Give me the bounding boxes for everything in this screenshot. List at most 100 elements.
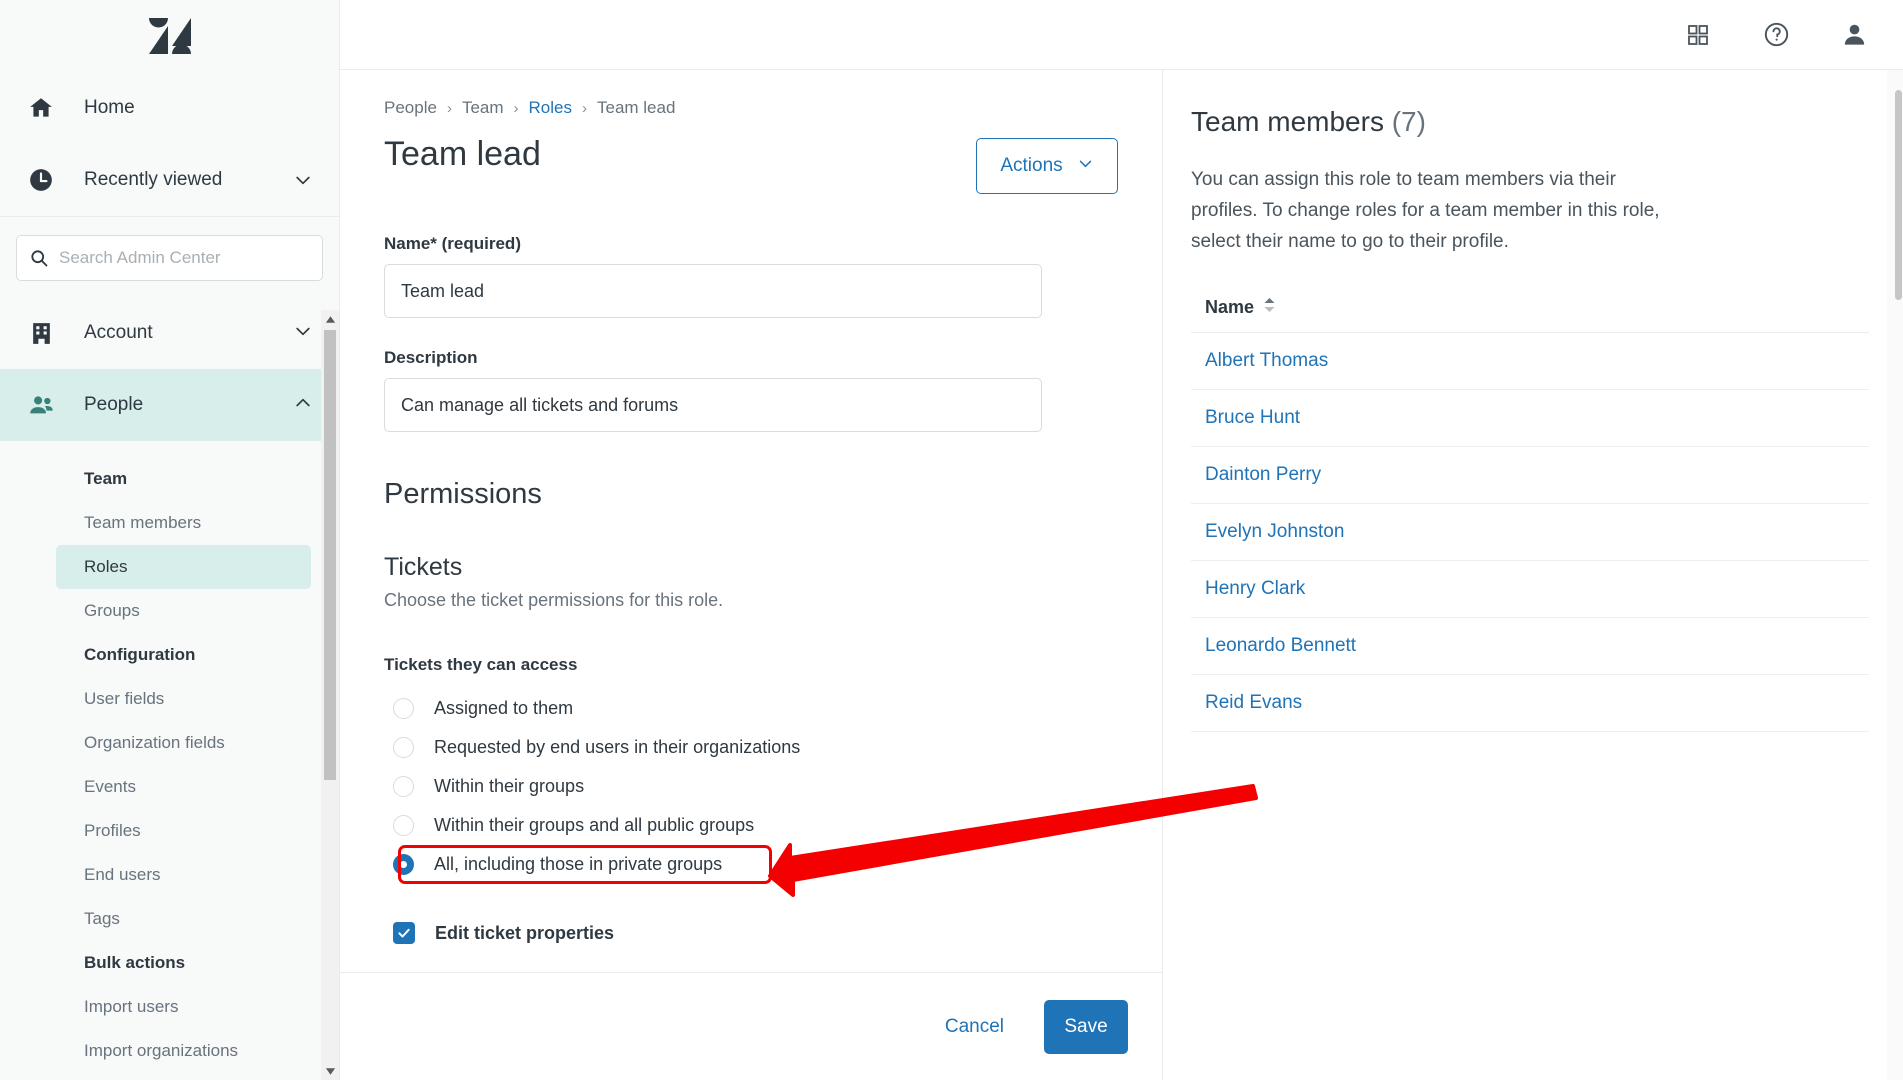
radio-label: All, including those in private groups <box>434 854 723 874</box>
name-input[interactable] <box>384 264 1042 318</box>
top-bar <box>340 0 1903 70</box>
tickets-access-radio-group: Assigned to them Requested by end users … <box>384 689 1118 884</box>
radio-icon <box>393 737 414 758</box>
building-icon <box>26 318 56 348</box>
role-form-scroll: People › Team › Roles › Team lead Team l… <box>340 70 1162 972</box>
sidebar-item-groups[interactable]: Groups <box>56 589 311 633</box>
team-member-link[interactable]: Henry Clark <box>1205 578 1305 599</box>
name-field-label: Name* (required) <box>384 234 521 253</box>
breadcrumb-item-team[interactable]: Team <box>462 98 504 118</box>
sidebar-item-user-fields[interactable]: User fields <box>56 677 311 721</box>
description-input[interactable] <box>384 378 1042 432</box>
sidebar-item-people-label: People <box>84 394 144 415</box>
chevron-down-icon <box>293 321 313 346</box>
sidebar-item-recently-viewed-label: Recently viewed <box>84 169 223 190</box>
team-member-link[interactable]: Evelyn Johnston <box>1205 521 1344 542</box>
search-icon <box>29 248 49 268</box>
radio-icon <box>393 854 414 875</box>
team-member-link[interactable]: Bruce Hunt <box>1205 407 1300 428</box>
subnav-group-bulk-actions: Bulk actions <box>84 953 186 972</box>
table-row: Bruce Hunt <box>1191 390 1869 447</box>
permissions-heading: Permissions <box>384 478 542 510</box>
sidebar-item-import-organizations[interactable]: Import organizations <box>56 1029 311 1073</box>
sidebar-item-profiles[interactable]: Profiles <box>56 809 311 853</box>
subnav-group-configuration: Configuration <box>84 645 196 664</box>
scroll-up-arrow-icon[interactable] <box>321 310 339 328</box>
breadcrumb-item-team-lead: Team lead <box>596 98 676 117</box>
team-member-link[interactable]: Albert Thomas <box>1205 350 1328 371</box>
sidebar-scrollbar[interactable] <box>321 310 339 1080</box>
user-avatar-icon[interactable] <box>1839 20 1869 50</box>
title-row: Team lead Actions <box>384 132 1118 194</box>
sidebar-item-tags[interactable]: Tags <box>56 897 311 941</box>
team-member-link[interactable]: Dainton Perry <box>1205 464 1321 485</box>
page-scrollbar[interactable] <box>1887 70 1903 1080</box>
sidebar-item-account-label: Account <box>84 322 153 343</box>
team-members-title: Team members (7) <box>1191 106 1869 138</box>
radio-requested-by-end-users[interactable]: Requested by end users in their organiza… <box>384 728 1118 767</box>
table-row: Henry Clark <box>1191 561 1869 618</box>
sidebar-item-people[interactable]: People <box>0 369 339 441</box>
sidebar-scrollbar-thumb[interactable] <box>324 330 336 780</box>
sidebar-item-organization-fields[interactable]: Organization fields <box>56 721 311 765</box>
team-member-link[interactable]: Reid Evans <box>1205 692 1302 713</box>
table-row: Leonardo Bennett <box>1191 618 1869 675</box>
home-icon <box>26 93 56 123</box>
team-members-title-text: Team members <box>1191 106 1384 137</box>
body-area: People › Team › Roles › Team lead Team l… <box>340 70 1903 1080</box>
team-members-panel: Team members (7) You can assign this rol… <box>1163 70 1903 1080</box>
edit-ticket-properties-label: Edit ticket properties <box>435 922 615 943</box>
subnav-group-team: Team <box>84 469 128 488</box>
edit-ticket-properties-row[interactable]: Edit ticket properties <box>384 922 1118 944</box>
save-button[interactable]: Save <box>1044 999 1128 1054</box>
sidebar-item-team-members[interactable]: Team members <box>56 501 311 545</box>
team-members-column-header-name[interactable]: Name <box>1191 297 1869 333</box>
sidebar-item-end-users[interactable]: End users <box>56 853 311 897</box>
search-box[interactable] <box>16 235 323 281</box>
radio-within-their-groups[interactable]: Within their groups <box>384 767 1118 806</box>
cancel-button[interactable]: Cancel <box>939 1008 1010 1046</box>
breadcrumb-separator-icon: › <box>446 99 452 117</box>
team-members-count: (7) <box>1391 106 1426 137</box>
page-scrollbar-thumb[interactable] <box>1895 90 1902 300</box>
sidebar-item-home-label: Home <box>84 97 135 118</box>
help-question-icon[interactable] <box>1761 20 1791 50</box>
sidebar-item-events[interactable]: Events <box>56 765 311 809</box>
actions-button[interactable]: Actions <box>976 138 1118 194</box>
apps-grid-icon[interactable] <box>1683 20 1713 50</box>
team-members-description: You can assign this role to team members… <box>1191 169 1660 252</box>
table-row: Albert Thomas <box>1191 333 1869 390</box>
table-row: Evelyn Johnston <box>1191 504 1869 561</box>
breadcrumb-item-roles[interactable]: Roles <box>529 98 572 118</box>
chevron-up-icon <box>293 393 313 418</box>
team-members-table: Name Albert Thomas Bruce Hunt Dainton Pe… <box>1191 297 1869 732</box>
left-sidebar: Home Recently viewed Account <box>0 0 340 1080</box>
clock-icon <box>26 165 56 195</box>
sidebar-item-home[interactable]: Home <box>0 72 339 144</box>
sort-updown-icon[interactable] <box>1263 297 1276 318</box>
radio-label: Requested by end users in their organiza… <box>434 737 801 757</box>
chevron-down-icon <box>1077 155 1094 178</box>
search-input[interactable] <box>59 248 310 268</box>
description-field-label: Description <box>384 348 478 367</box>
sidebar-item-account[interactable]: Account <box>0 297 339 369</box>
radio-all-including-private-groups[interactable]: All, including those in private groups <box>384 845 1118 884</box>
form-footer: Cancel Save <box>340 972 1162 1080</box>
breadcrumb-separator-icon: › <box>513 99 519 117</box>
sidebar-item-recently-viewed[interactable]: Recently viewed <box>0 144 339 216</box>
radio-assigned-to-them[interactable]: Assigned to them <box>384 689 1118 728</box>
sidebar-item-roles[interactable]: Roles <box>56 545 311 589</box>
team-member-link[interactable]: Leonardo Bennett <box>1205 635 1356 656</box>
sidebar-item-import-users[interactable]: Import users <box>56 985 311 1029</box>
radio-icon <box>393 815 414 836</box>
breadcrumb-item-people[interactable]: People <box>384 98 437 118</box>
radio-label: Within their groups and all public group… <box>434 815 755 835</box>
table-row: Dainton Perry <box>1191 447 1869 504</box>
checkbox-checked-icon <box>393 922 415 944</box>
role-form-column: People › Team › Roles › Team lead Team l… <box>340 70 1163 1080</box>
radio-within-groups-and-public[interactable]: Within their groups and all public group… <box>384 806 1118 845</box>
radio-label: Within their groups <box>434 776 585 796</box>
zendesk-logo[interactable] <box>0 0 339 72</box>
admin-center-app: Home Recently viewed Account <box>0 0 1903 1080</box>
scroll-down-arrow-icon[interactable] <box>321 1062 339 1080</box>
